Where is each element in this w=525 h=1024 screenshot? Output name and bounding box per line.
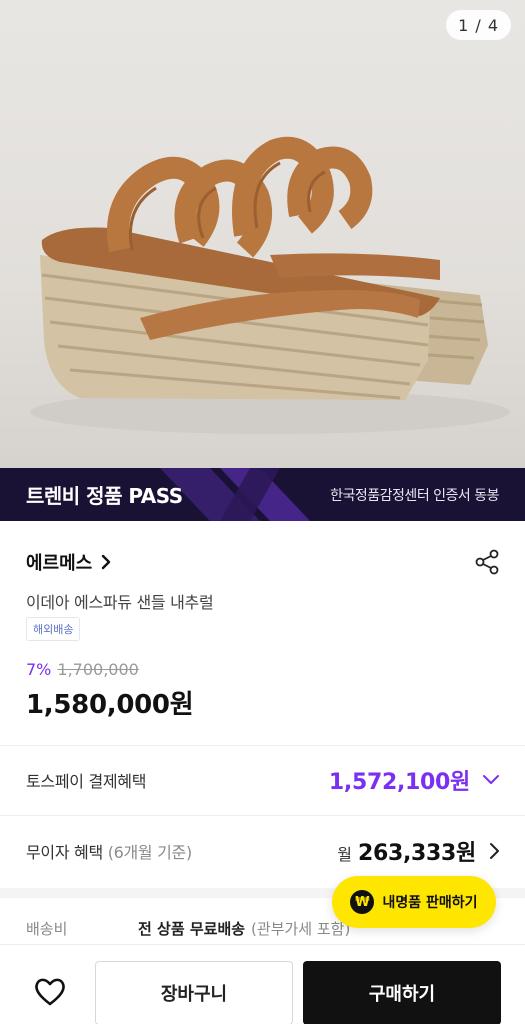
discount-rate: 7%: [26, 660, 52, 679]
tosspay-benefit-row[interactable]: 토스페이 결제혜택 1,572,100원: [26, 764, 500, 796]
authenticity-pass-banner[interactable]: 트렌비 정품 PASS 한국정품감정센터 인증서 동봉: [0, 468, 525, 521]
add-to-cart-button[interactable]: 장바구니: [95, 961, 293, 1024]
sell-my-luxury-button[interactable]: ₩ 내명품 판매하기: [332, 876, 496, 928]
original-price: 1,700,000: [57, 660, 139, 679]
chevron-down-icon: [483, 775, 499, 784]
pass-banner-title: 트렌비 정품 PASS: [26, 484, 183, 508]
installment-month-prefix: 월: [337, 845, 352, 864]
installment-benefit-label: 무이자 혜택 (6개월 기준): [26, 839, 192, 863]
product-image: [30, 136, 510, 434]
chevron-right-icon: [490, 843, 499, 859]
chevron-right-icon: [102, 554, 111, 570]
overseas-shipping-badge: 해외배송: [26, 617, 81, 641]
installment-benefit-row[interactable]: 무이자 혜택 (6개월 기준) 월 263,333원: [26, 835, 500, 867]
sell-button-label: 내명품 판매하기: [382, 895, 478, 911]
tosspay-benefit-label: 토스페이 결제혜택: [26, 772, 147, 791]
share-icon[interactable]: [474, 549, 500, 575]
brand-name: 에르메스: [26, 553, 93, 574]
shipping-note: (관부가세 포함): [251, 920, 351, 938]
product-name: 이데아 에스파듀 샌들 내추럴: [26, 593, 214, 612]
bottom-action-bar: 장바구니 구매하기: [0, 944, 525, 1024]
product-image-gallery[interactable]: 1 / 4: [0, 0, 525, 468]
brand-row: 에르메스: [26, 548, 500, 576]
installment-note: (6개월 기준): [107, 843, 193, 862]
won-icon: ₩: [350, 890, 375, 914]
installment-label-text: 무이자 혜택: [26, 843, 103, 862]
discount-row: 7% 1,700,000: [26, 660, 139, 679]
installment-monthly-price: 263,333원: [357, 841, 476, 866]
brand-link[interactable]: 에르메스: [26, 549, 112, 575]
shipping-label: 배송비: [26, 920, 68, 938]
final-price: 1,580,000원: [26, 690, 194, 720]
image-page-counter: 1 / 4: [446, 10, 511, 40]
tosspay-benefit-price: 1,572,100원: [328, 770, 470, 795]
heart-icon[interactable]: [30, 971, 70, 1011]
buy-now-button[interactable]: 구매하기: [303, 961, 501, 1024]
shipping-free-text: 전 상품 무료배송: [138, 920, 246, 938]
divider: [0, 815, 525, 816]
pass-banner-subtitle: 한국정품감정센터 인증서 동봉: [330, 487, 499, 504]
divider: [0, 745, 525, 746]
